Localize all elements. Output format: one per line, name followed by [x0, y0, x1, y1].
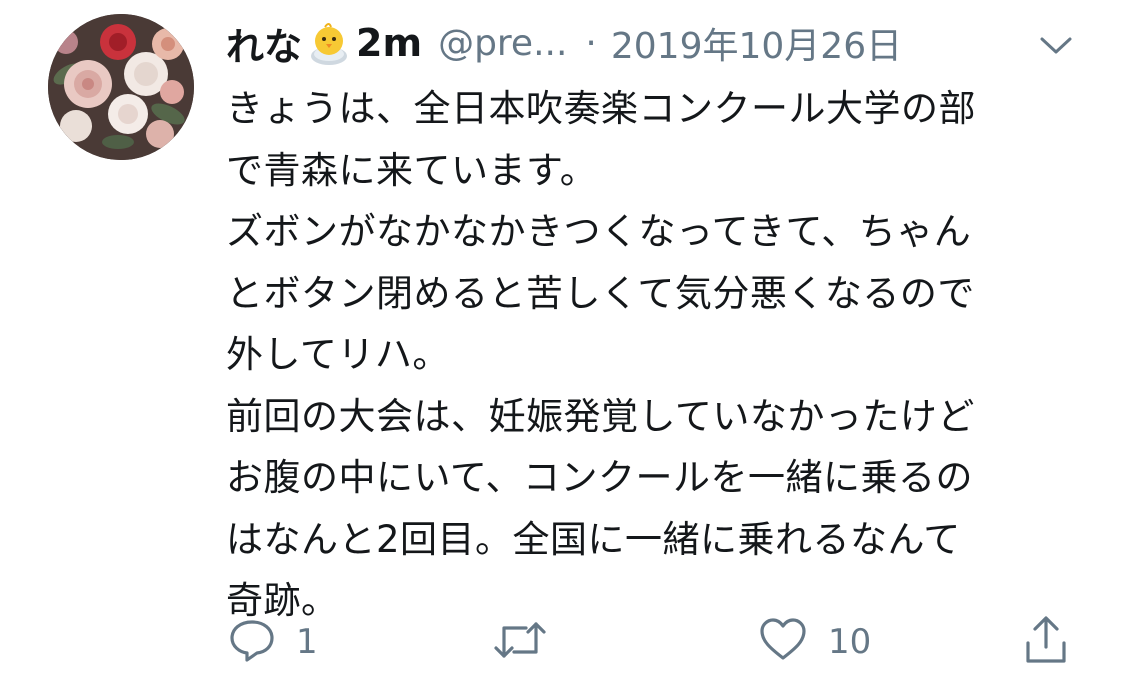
tweet-date[interactable]: 2019年10月26日	[611, 17, 902, 69]
share-button[interactable]	[1022, 612, 1070, 672]
retweet-icon	[492, 616, 548, 668]
retweet-button[interactable]	[492, 612, 568, 672]
flower-bouquet-avatar-icon	[48, 14, 194, 160]
like-button[interactable]: 10	[758, 612, 871, 672]
separator-dot: ·	[585, 22, 597, 64]
display-name-suffix[interactable]: 2m	[356, 21, 422, 65]
avatar[interactable]	[48, 14, 194, 160]
display-name[interactable]: れな	[226, 16, 302, 71]
tweet-header: れな 2m @pre... · 2019年10月26日	[226, 16, 902, 70]
tweet-actions: 1 10	[0, 612, 1125, 682]
baby-chick-emoji-icon	[306, 20, 352, 66]
heart-icon	[758, 616, 808, 668]
reply-count: 1	[296, 622, 318, 662]
reply-icon	[228, 616, 276, 668]
share-icon	[1022, 613, 1070, 671]
like-count: 10	[828, 622, 872, 662]
chevron-down-icon[interactable]	[1036, 30, 1076, 60]
tweet-text: きょうは、全日本吹奏楽コンクール大学の部 で青森に来ています。 ズボンがなかなか…	[226, 87, 976, 622]
tweet: れな 2m @pre... · 2019年10月26日 きょうは、全日本吹奏楽コ…	[0, 0, 1125, 686]
user-handle[interactable]: @pre...	[438, 23, 567, 64]
reply-button[interactable]: 1	[228, 612, 318, 672]
